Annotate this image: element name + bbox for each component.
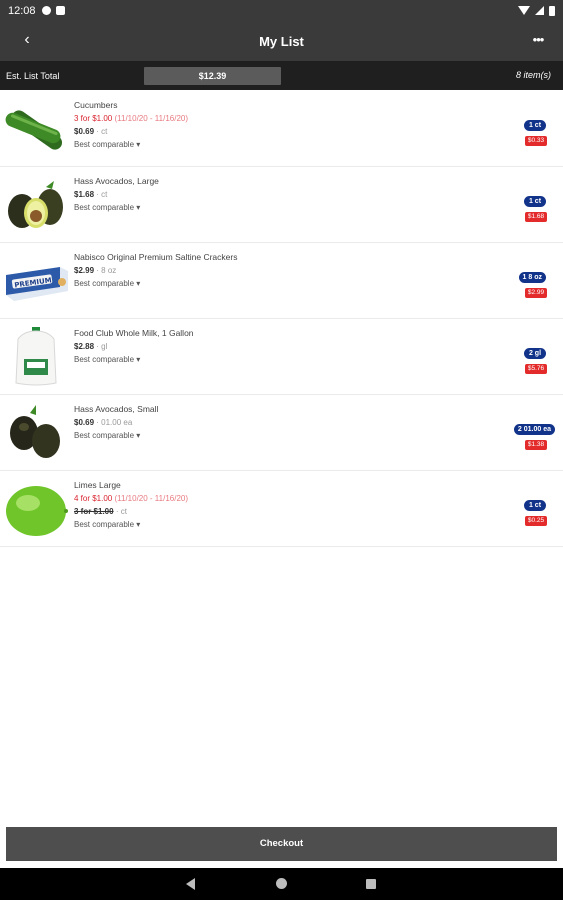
unit-price: $0.69 bbox=[74, 127, 95, 136]
item-price: $0.69 · 01.00 ea bbox=[74, 416, 494, 429]
status-bar: 12:08 bbox=[0, 0, 563, 21]
list-item[interactable]: Hass Avocados, Large $1.68 · ct Best com… bbox=[0, 167, 563, 243]
unit-size: · 01.00 ea bbox=[96, 418, 133, 427]
unit-size: · 8 oz bbox=[96, 266, 117, 275]
unit-price: $1.68 bbox=[74, 190, 95, 199]
avocado-image bbox=[8, 181, 63, 228]
row-price-badge: $0.25 bbox=[525, 516, 547, 526]
status-time: 12:08 bbox=[8, 4, 36, 17]
item-name: Hass Avocados, Small bbox=[74, 404, 159, 414]
item-price: $2.99 · 8 oz bbox=[74, 264, 494, 277]
unit-price: $2.99 bbox=[74, 266, 95, 275]
system-nav-bar bbox=[0, 868, 563, 900]
list-item[interactable]: Limes Large 4 for $1.00 (11/10/20 - 11/1… bbox=[0, 471, 563, 547]
item-count: 8 item(s) bbox=[515, 70, 551, 80]
unit-price: $0.69 bbox=[74, 418, 95, 427]
app-bar: ‹ My List ••• bbox=[0, 21, 563, 61]
list-item[interactable]: Cucumbers 3 for $1.00 (11/10/20 - 11/16/… bbox=[0, 91, 563, 167]
crackers-box-image: PREMIUM bbox=[6, 267, 68, 301]
item-name: Cucumbers bbox=[74, 100, 118, 110]
item-name: Nabisco Original Premium Saltine Cracker… bbox=[74, 252, 238, 262]
nav-home-icon[interactable] bbox=[276, 878, 287, 889]
battery-icon bbox=[549, 5, 555, 16]
cucumber-image bbox=[5, 110, 63, 150]
row-price-badge: $1.68 bbox=[525, 212, 547, 222]
best-comparable-dropdown[interactable]: Best comparable ▾ bbox=[74, 138, 494, 151]
item-promo: 4 for $1.00 (11/10/20 - 11/16/20) bbox=[74, 492, 494, 505]
item-name: Limes Large bbox=[74, 480, 121, 490]
quantity-badge[interactable]: 1 8 oz bbox=[518, 272, 546, 283]
best-comparable-dropdown[interactable]: Best comparable ▾ bbox=[74, 429, 494, 442]
nav-recents-icon[interactable] bbox=[366, 879, 376, 889]
quantity-badge[interactable]: 1 ct bbox=[524, 120, 546, 131]
lime-image bbox=[6, 486, 68, 536]
checkout-button[interactable]: Checkout bbox=[6, 827, 557, 861]
wifi-icon bbox=[518, 6, 530, 15]
unit-size: · ct bbox=[96, 127, 108, 136]
more-options-icon[interactable]: ••• bbox=[527, 29, 549, 51]
sd-card-icon bbox=[55, 6, 65, 15]
promo-dates: (11/10/20 - 11/16/20) bbox=[114, 114, 189, 123]
unit-size: · ct bbox=[96, 190, 108, 199]
quantity-badge[interactable]: 1 ct bbox=[524, 196, 546, 207]
promo-text: 3 for $1.00 bbox=[74, 114, 113, 123]
estimated-total-value: $12.39 bbox=[144, 67, 281, 85]
milk-jug-image bbox=[15, 327, 57, 386]
list-item[interactable]: Hass Avocados, Small $0.69 · 01.00 ea Be… bbox=[0, 395, 563, 471]
list-item[interactable]: Food Club Whole Milk, 1 Gallon $2.88 · g… bbox=[0, 319, 563, 395]
avocado-image bbox=[10, 405, 60, 458]
shopping-list: Cucumbers 3 for $1.00 (11/10/20 - 11/16/… bbox=[0, 91, 563, 547]
quantity-badge[interactable]: 2 01.00 ea bbox=[513, 424, 555, 435]
best-comparable-dropdown[interactable]: Best comparable ▾ bbox=[74, 353, 494, 366]
item-name: Hass Avocados, Large bbox=[74, 176, 159, 186]
quantity-badge[interactable]: 1 ct bbox=[524, 500, 546, 511]
row-price-badge: $2.99 bbox=[525, 288, 547, 298]
item-price: $1.68 · ct bbox=[74, 188, 494, 201]
list-item[interactable]: PREMIUM Nabisco Original Premium Saltine… bbox=[0, 243, 563, 319]
unit-size: · gl bbox=[96, 342, 108, 351]
item-promo: 3 for $1.00 (11/10/20 - 11/16/20) bbox=[74, 112, 494, 125]
item-name: Food Club Whole Milk, 1 Gallon bbox=[74, 328, 194, 338]
sync-icon bbox=[41, 6, 51, 15]
estimated-total-label: Est. List Total bbox=[6, 71, 60, 81]
item-price: $0.69 · ct bbox=[74, 125, 494, 138]
row-price-badge: $5.76 bbox=[525, 364, 547, 374]
back-arrow-icon[interactable]: ‹ bbox=[16, 29, 38, 51]
item-price: $2.88 · gl bbox=[74, 340, 494, 353]
nav-back-icon[interactable] bbox=[186, 878, 195, 890]
row-price-badge: $0.33 bbox=[525, 136, 547, 146]
promo-dates: (11/10/20 - 11/16/20) bbox=[114, 494, 189, 503]
row-price-badge: $1.38 bbox=[525, 440, 547, 450]
best-comparable-dropdown[interactable]: Best comparable ▾ bbox=[74, 277, 494, 290]
unit-price: $2.88 bbox=[74, 342, 95, 351]
best-comparable-dropdown[interactable]: Best comparable ▾ bbox=[74, 518, 494, 531]
promo-text: 4 for $1.00 bbox=[74, 494, 113, 503]
quantity-badge[interactable]: 2 gl bbox=[524, 348, 546, 359]
list-summary-bar: Est. List Total $12.39 8 item(s) bbox=[0, 61, 563, 90]
item-price: 3 for $1.00 · ct bbox=[74, 505, 494, 518]
unit-price: 3 for $1.00 bbox=[74, 507, 114, 516]
page-title: My List bbox=[259, 33, 304, 49]
unit-size: · ct bbox=[115, 507, 127, 516]
signal-icon bbox=[535, 6, 544, 15]
best-comparable-dropdown[interactable]: Best comparable ▾ bbox=[74, 201, 494, 214]
